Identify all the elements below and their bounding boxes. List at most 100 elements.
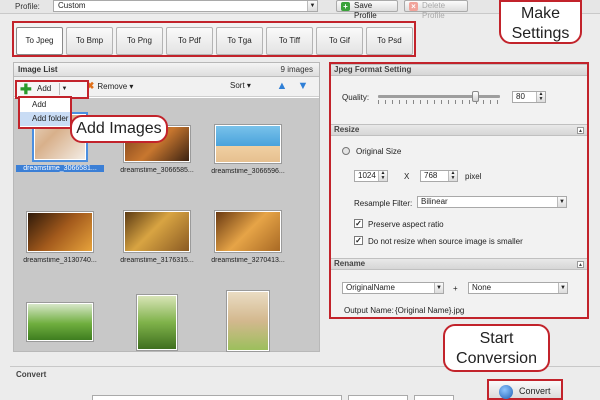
height-value: 768 — [424, 171, 438, 180]
resample-label: Resample Filter: — [354, 199, 413, 208]
no-resize-checkbox[interactable]: ✓ — [354, 236, 363, 245]
convert-title: Convert — [16, 370, 47, 379]
tab-to-tiff[interactable]: To Tiff — [266, 27, 313, 55]
profile-label: Profile: — [15, 2, 40, 11]
tab-to-psd[interactable]: To Psd — [366, 27, 413, 55]
list-item[interactable] — [16, 303, 104, 341]
callout-add-images-text: Add Images — [76, 120, 162, 137]
tab-to-pdf[interactable]: To Pdf — [166, 27, 213, 55]
quality-value: 80 — [516, 92, 525, 101]
convert-button-label: Convert — [519, 386, 551, 396]
width-value: 1024 — [358, 171, 376, 180]
spinner-icon[interactable]: ▲ ▼ — [536, 92, 545, 102]
thumbnail-name: dreamstime_3130740... — [23, 257, 97, 264]
delete-profile-label: Delete Profile — [422, 1, 446, 20]
rename-suffix-select[interactable]: None ▼ — [468, 282, 568, 294]
save-profile-button[interactable]: + Save Profile — [336, 0, 398, 20]
plus-icon: + — [341, 2, 350, 11]
rename-select[interactable]: OriginalName ▼ — [342, 282, 444, 294]
output-name-value: {Original Name}.jpg — [395, 306, 465, 315]
quality-slider-handle[interactable] — [471, 91, 479, 102]
spinner-icon[interactable]: ▲ ▼ — [448, 171, 457, 181]
list-item[interactable]: dreamstime_3270413... — [204, 211, 292, 264]
open-button[interactable] — [414, 395, 454, 400]
list-item[interactable]: dreamstime_3130740... — [16, 212, 104, 264]
thumbnail-image — [227, 291, 269, 351]
height-field[interactable]: 768 ▲ ▼ — [420, 170, 458, 182]
save-profile-label: Save Profile — [354, 1, 377, 20]
resample-select[interactable]: Bilinear ▼ — [417, 196, 567, 208]
chevron-down-icon: ▼ — [434, 283, 443, 293]
thumbnail-image — [27, 303, 93, 341]
chevron-down-icon: ▼ — [558, 283, 567, 293]
x-separator: X — [404, 172, 410, 181]
callout-start-conversion-text: Start Conversion — [456, 330, 537, 367]
image-list-header: Image List 9 images — [14, 63, 319, 77]
preserve-aspect-checkbox[interactable]: ✓ — [354, 219, 363, 228]
thumbnail-image — [124, 211, 190, 252]
thumbnail-name: dreamstime_3066596... — [211, 168, 285, 175]
format-tabs: To Jpeg To Bmp To Png To Pdf To Tga To T… — [12, 21, 416, 57]
unit-label: pixel — [465, 172, 482, 181]
convert-icon — [499, 385, 513, 399]
tab-to-tga[interactable]: To Tga — [216, 27, 263, 55]
callout-add-images: Add Images — [70, 115, 168, 143]
jpeg-settings-header: Jpeg Format Setting — [331, 64, 587, 76]
plus-icon: ✚ — [20, 81, 32, 97]
thumbnail-image — [215, 125, 281, 163]
chevron-down-icon: ▼ — [557, 197, 566, 207]
callout-make-settings-text: Make Settings — [511, 5, 570, 42]
convert-button[interactable]: Convert — [487, 379, 563, 400]
thumbnail-image — [215, 211, 281, 252]
add-label: Add — [37, 84, 52, 93]
thumbnail-name: dreamstime_3066585... — [120, 167, 194, 174]
list-item[interactable]: dreamstime_3066596... — [204, 125, 292, 175]
resize-title: Resize — [334, 125, 360, 134]
chevron-down-icon: ▼ — [307, 1, 317, 11]
resample-value: Bilinear — [421, 197, 448, 206]
plus-separator: + — [453, 284, 458, 293]
image-count: 9 images — [280, 65, 313, 74]
image-list-title: Image List — [18, 65, 58, 74]
callout-start-conversion: Start Conversion — [443, 324, 550, 372]
output-folder-field[interactable] — [92, 395, 342, 400]
tab-to-jpeg[interactable]: To Jpeg — [16, 27, 63, 55]
tab-to-png[interactable]: To Png — [116, 27, 163, 55]
remove-button[interactable]: ✖ Remove ▾ — [86, 81, 133, 92]
browse-button[interactable] — [348, 395, 408, 400]
remove-label: Remove — [97, 82, 128, 91]
rename-header: Rename ▲ — [331, 258, 587, 270]
list-item[interactable]: dreamstime_3176315... — [113, 211, 201, 264]
quality-slider[interactable] — [378, 95, 500, 98]
menu-item-add-folder[interactable]: Add folder — [20, 112, 70, 126]
original-size-radio[interactable] — [342, 147, 350, 155]
thumbnail-image — [27, 212, 93, 252]
collapse-icon[interactable]: ▲ — [577, 261, 584, 268]
sort-label: Sort — [230, 81, 245, 90]
close-icon: × — [409, 2, 418, 11]
profile-select[interactable]: Custom ▼ — [53, 0, 318, 12]
thumbnail-image — [137, 295, 177, 350]
tab-to-gif[interactable]: To Gif — [316, 27, 363, 55]
preserve-aspect-label: Preserve aspect ratio — [368, 220, 444, 229]
add-dropdown-menu: Add Add folder — [18, 96, 72, 129]
sort-button[interactable]: Sort ▾ — [230, 81, 251, 90]
rename-value: OriginalName — [346, 283, 395, 292]
list-item[interactable] — [204, 291, 292, 351]
list-item[interactable] — [113, 295, 201, 350]
move-up-icon[interactable]: ▲ — [276, 80, 288, 92]
move-down-icon[interactable]: ▼ — [297, 80, 309, 92]
thumbnail-name: dreamstime_3270413... — [211, 257, 285, 264]
menu-item-add[interactable]: Add — [20, 98, 70, 112]
spinner-icon[interactable]: ▲ ▼ — [378, 171, 387, 181]
delete-profile-button[interactable]: × Delete Profile — [404, 0, 468, 20]
profile-value: Custom — [58, 1, 86, 10]
quality-stepper[interactable]: 80 ▲ ▼ — [512, 91, 546, 103]
original-size-label: Original Size — [356, 147, 402, 156]
width-field[interactable]: 1024 ▲ ▼ — [354, 170, 388, 182]
chevron-down-icon[interactable]: ▼ — [59, 83, 69, 95]
tab-to-bmp[interactable]: To Bmp — [66, 27, 113, 55]
jpeg-settings-title: Jpeg Format Setting — [334, 65, 412, 74]
output-name-label: Output Name: — [344, 306, 394, 315]
collapse-icon[interactable]: ▲ — [577, 127, 584, 134]
